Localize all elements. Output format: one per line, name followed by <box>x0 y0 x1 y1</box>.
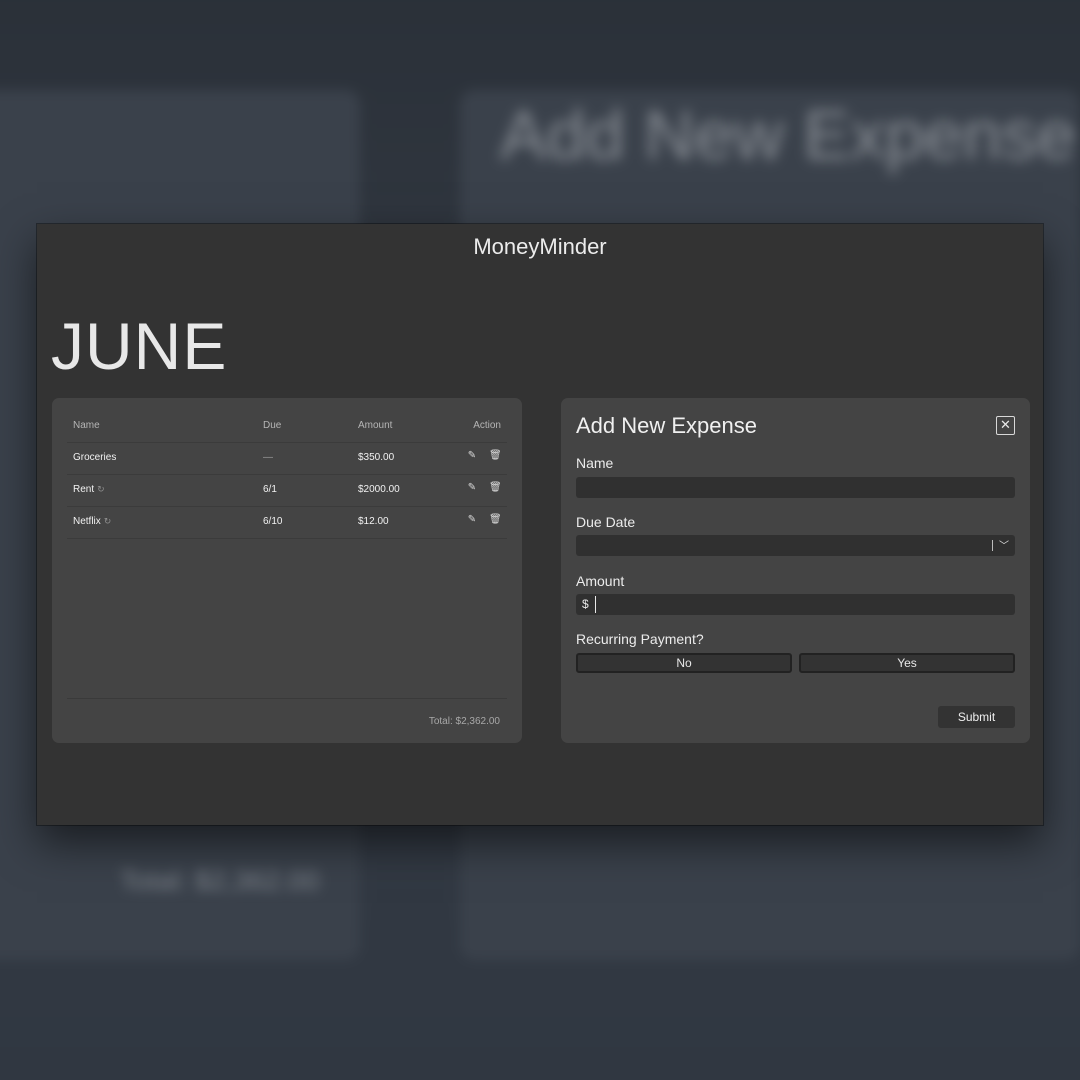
expense-total: Total: $2,362.00 <box>428 716 500 727</box>
text-cursor <box>595 596 596 613</box>
chevron-down-icon[interactable]: ﹀ <box>999 537 1009 552</box>
expense-due: — <box>263 452 273 463</box>
table-row: Netflix ↻ 6/10 $12.00 ✎ 🗑︎ <box>67 507 507 539</box>
pencil-icon[interactable]: ✎ <box>466 513 478 527</box>
due-date-select[interactable]: ﹀ <box>576 535 1015 556</box>
trash-icon[interactable]: 🗑︎ <box>489 449 502 463</box>
expense-due: 6/1 <box>263 484 277 495</box>
expense-due: 6/10 <box>263 516 283 527</box>
divider <box>67 698 507 699</box>
refresh-icon: ↻ <box>103 516 112 526</box>
recurring-yes-button[interactable]: Yes <box>799 653 1015 673</box>
name-label: Name <box>576 455 614 471</box>
name-input[interactable] <box>576 477 1015 498</box>
recurring-label: Recurring Payment? <box>576 631 704 647</box>
pencil-icon[interactable]: ✎ <box>466 449 478 463</box>
month-heading: JUNE <box>51 309 228 383</box>
due-date-label: Due Date <box>576 514 636 530</box>
expense-name: Netflix <box>73 516 101 527</box>
column-header-amount: Amount <box>358 420 393 431</box>
table-row: Groceries — $350.00 ✎ 🗑︎ <box>67 443 507 475</box>
pencil-icon[interactable]: ✎ <box>466 481 478 495</box>
column-header-action: Action <box>473 420 501 431</box>
expense-amount: $350.00 <box>358 452 395 463</box>
expense-name: Groceries <box>73 452 117 463</box>
recurring-no-button[interactable]: No <box>576 653 792 673</box>
expense-list-card: Name Due Amount Action Groceries — $350.… <box>52 398 522 743</box>
select-separator <box>992 540 993 551</box>
table-row: Rent ↻ 6/1 $2000.00 ✎ 🗑︎ <box>67 475 507 507</box>
submit-button[interactable]: Submit <box>938 706 1015 728</box>
app-title: MoneyMinder <box>473 234 607 259</box>
amount-field[interactable]: $ <box>576 594 1015 615</box>
bg-heading: Add New Expense <box>500 96 1076 174</box>
column-header-due: Due <box>263 420 282 431</box>
trash-icon[interactable]: 🗑︎ <box>489 513 502 527</box>
name-field[interactable] <box>576 477 1015 498</box>
table-header: Name Due Amount Action <box>67 411 507 443</box>
amount-label: Amount <box>576 573 625 589</box>
expense-amount: $12.00 <box>358 516 389 527</box>
expense-name: Rent <box>73 484 95 495</box>
form-title: Add New Expense <box>576 413 757 438</box>
app-window: MoneyMinder JUNE Name Due Amount Action … <box>37 224 1043 825</box>
refresh-icon: ↻ <box>97 484 105 494</box>
close-icon[interactable]: ✕ <box>996 416 1015 435</box>
add-expense-form: Add New Expense ✕ Name Due Date ﹀ Amount… <box>561 398 1030 743</box>
expense-amount: $2000.00 <box>358 484 400 495</box>
currency-symbol: $ <box>582 597 589 611</box>
column-header-name: Name <box>73 420 100 431</box>
bg-total: Total: $2,362.00 <box>120 865 320 896</box>
trash-icon[interactable]: 🗑︎ <box>489 481 502 495</box>
